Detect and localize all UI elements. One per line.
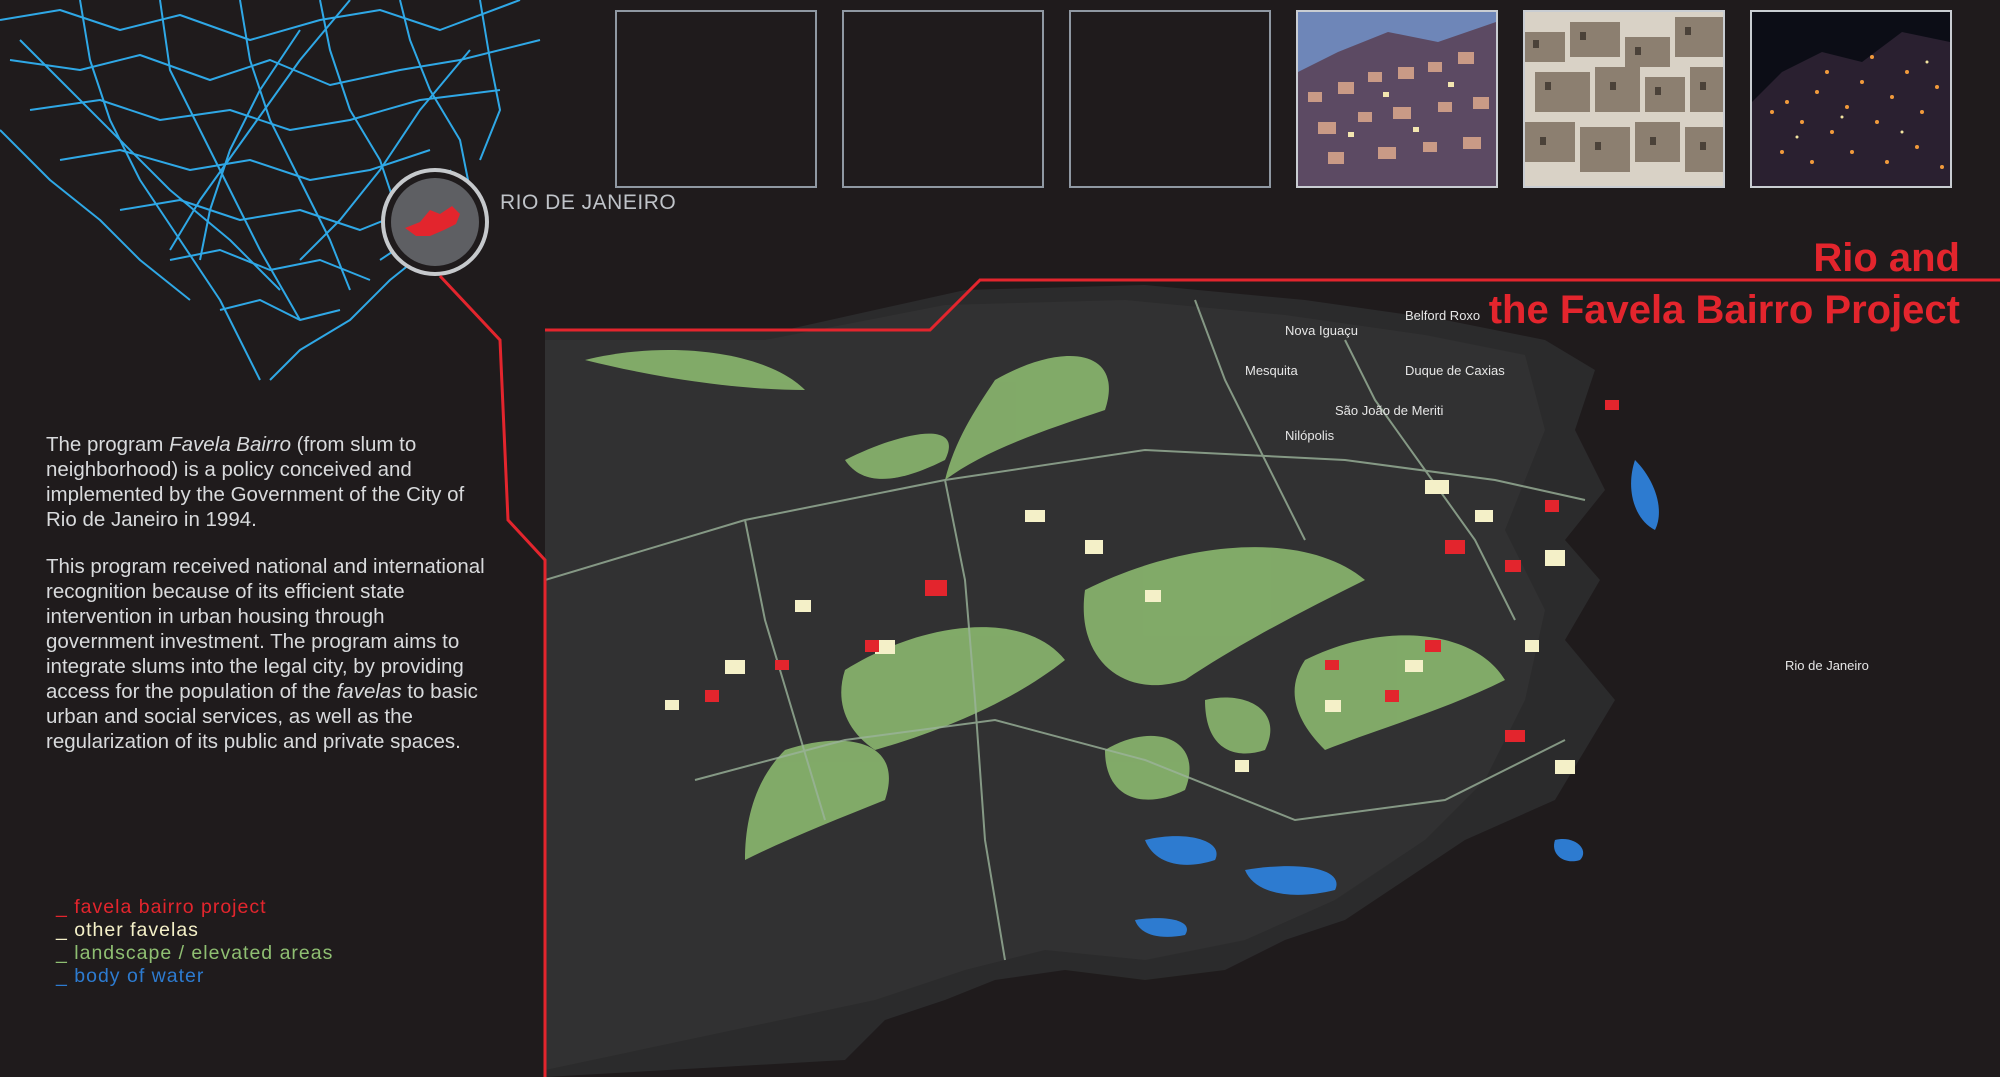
legend-item-landscape: _ landscape / elevated areas	[56, 942, 334, 964]
legend-item-favela-bairro: _ favela bairro project	[56, 896, 267, 918]
label-nova-iguacu: Nova Iguaçu	[1285, 323, 1358, 338]
p1-emphasis: Favela Bairro	[169, 433, 291, 456]
legend-label: favela bairro project	[74, 896, 267, 918]
p1-pre: The program	[46, 433, 170, 456]
label-duque-de-caxias: Duque de Caxias	[1405, 363, 1505, 378]
label-rio-de-janeiro: Rio de Janeiro	[1785, 658, 1869, 673]
page-title: Rio and the Favela Bairro Project	[1489, 232, 1960, 336]
label-belford-roxo: Belford Roxo	[1405, 308, 1480, 323]
label-mesquita: Mesquita	[1245, 363, 1299, 378]
empty-thumbnail-2[interactable]	[842, 10, 1044, 188]
legend-label: other favelas	[74, 919, 199, 941]
legend-item-other-favelas: _ other favelas	[56, 919, 199, 941]
label-sao-joao-de-meriti: São João de Meriti	[1335, 403, 1444, 418]
location-label: RIO DE JANEIRO	[500, 191, 677, 214]
legend-label: landscape / elevated areas	[74, 942, 334, 964]
favela-photo-night[interactable]	[1750, 10, 1952, 188]
title-line-2: the Favela Bairro Project	[1488, 288, 1960, 332]
legend-item-water: _ body of water	[56, 965, 205, 987]
map-legend: _ favela bairro project _ other favelas …	[56, 896, 333, 988]
favela-photo-sepia[interactable]	[1523, 10, 1725, 188]
rio-favela-map[interactable]: Nova Iguaçu Duque de Caxias São João de …	[545, 280, 2000, 1077]
empty-thumbnail-1[interactable]	[615, 10, 817, 188]
label-nilopolis: Nilópolis	[1285, 428, 1335, 443]
legend-label: body of water	[74, 965, 205, 987]
description-paragraph-2: This program received national and inter…	[46, 554, 486, 754]
favela-photo-dusk[interactable]	[1296, 10, 1498, 188]
brazil-road-map	[0, 0, 541, 381]
p2-emphasis: favelas	[336, 680, 402, 703]
program-description: The program Favela Bairro (from slum to …	[46, 432, 486, 776]
description-paragraph-1: The program Favela Bairro (from slum to …	[46, 432, 486, 532]
title-line-1: Rio and	[1813, 236, 1960, 280]
empty-thumbnail-3[interactable]	[1069, 10, 1271, 188]
